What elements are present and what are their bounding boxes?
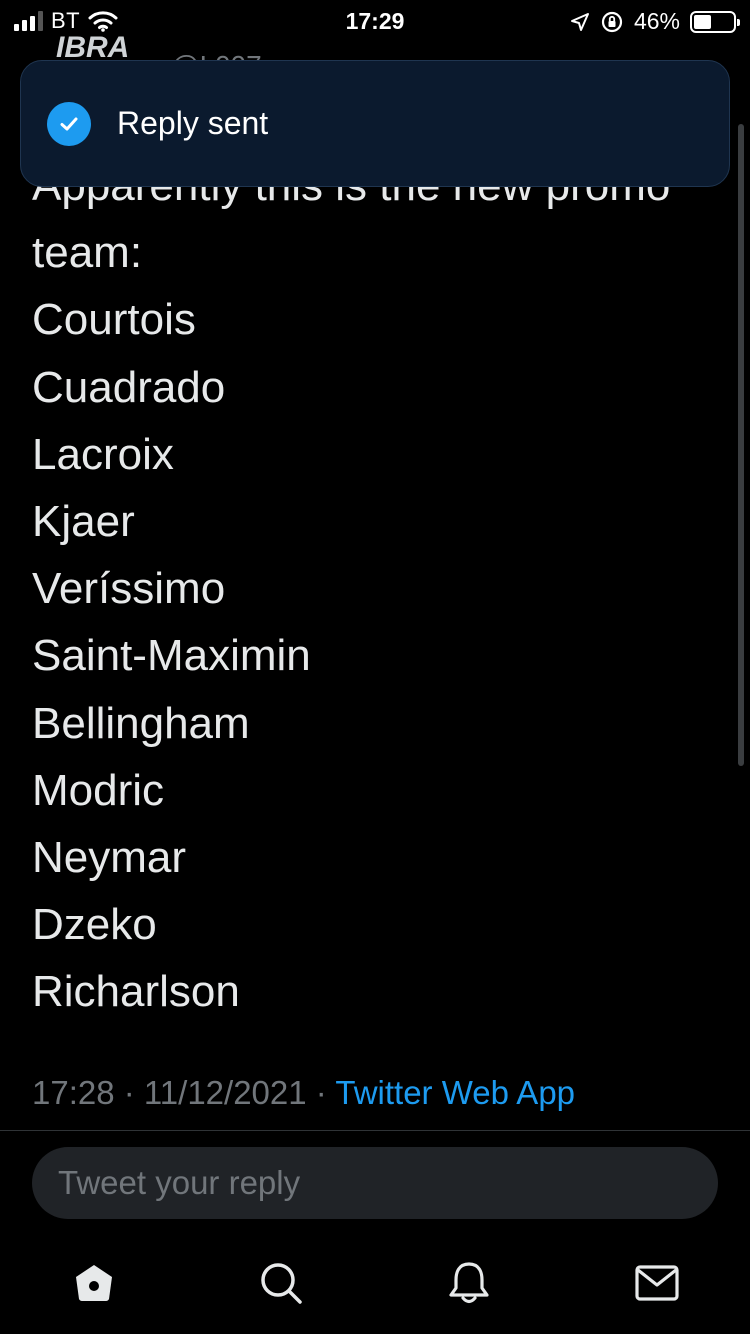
reply-placeholder: Tweet your reply [58,1164,301,1201]
tweet-timestamp: 17:28 · 11/12/2021 · [32,1074,336,1111]
tweet-text-line: Veríssimo [32,564,226,614]
tweet-text-line: Richarlson [32,967,240,1017]
tweet-text-line: Courtois [32,295,196,345]
scrollbar[interactable] [738,124,744,766]
tweet-text-line: Modric [32,765,165,815]
home-icon[interactable] [69,1258,119,1308]
battery-percent: 46% [633,8,680,34]
tweet-source-link[interactable]: Twitter Web App [335,1074,575,1111]
location-arrow-icon [570,12,589,31]
messages-envelope-icon[interactable] [632,1258,682,1308]
tweet-metadata: 17:28 · 11/12/2021 · Twitter Web App [32,1074,575,1112]
bottom-navigation [0,1236,750,1334]
author-avatar-logo: IBRA [56,31,130,60]
tweet-text: Apparently this is the new promoteam:Cou… [32,152,722,1026]
check-circle-icon [47,101,91,146]
reply-sent-toast: Reply sent [20,60,730,187]
tweet-text-line: Cuadrado [32,362,226,412]
battery-icon [690,10,740,33]
tweet-text-line: Neymar [32,833,187,883]
tweet-text-line: team: [32,228,143,278]
divider [0,1130,750,1131]
orientation-lock-icon [601,11,623,32]
notifications-bell-icon[interactable] [444,1258,494,1308]
tweet-text-line: Dzeko [32,900,157,950]
tweet-text-line: Kjaer [32,497,135,547]
toast-message: Reply sent [117,105,269,141]
tweet-text-line: Bellingham [32,698,250,748]
tweet-text-line: Saint-Maximin [32,631,311,681]
tweet-detail-screen: BT 17:29 46% IBRA @I [0,0,750,1334]
tweet-text-line: Lacroix [32,429,174,479]
search-icon[interactable] [256,1258,306,1308]
reply-input[interactable]: Tweet your reply [32,1147,718,1219]
